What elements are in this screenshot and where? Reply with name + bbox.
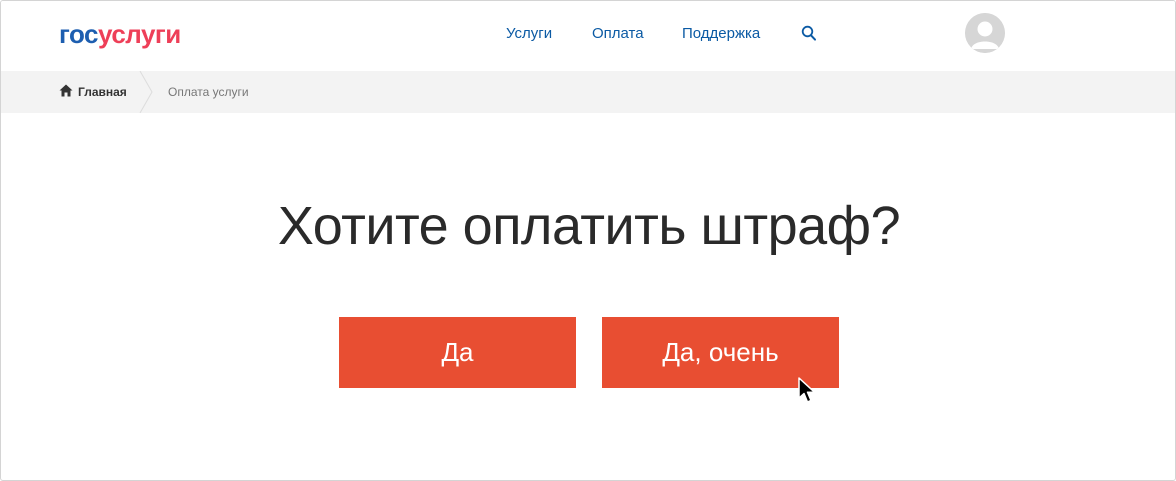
breadcrumb: Главная Оплата услуги <box>1 71 1175 113</box>
site-header: госуслуги Услуги Оплата Поддержка <box>1 1 1175 71</box>
mouse-pointer-icon <box>798 377 816 403</box>
breadcrumb-home-link[interactable]: Главная <box>78 85 127 99</box>
logo-text-uslugi: услуги <box>98 19 181 49</box>
breadcrumb-separator <box>139 71 153 113</box>
user-avatar[interactable] <box>965 13 1005 53</box>
browser-page: госуслуги Услуги Оплата Поддержка Главна… <box>0 0 1176 481</box>
user-silhouette-icon <box>965 13 1005 53</box>
logo-text-gos: гос <box>59 19 99 49</box>
nav-link-support[interactable]: Поддержка <box>682 25 760 43</box>
yes-button[interactable]: Да <box>339 317 576 388</box>
page-question: Хотите оплатить штраф? <box>277 196 901 256</box>
search-icon[interactable] <box>801 25 817 43</box>
breadcrumb-current: Оплата услуги <box>168 85 249 99</box>
gosuslugi-logo[interactable]: госуслуги <box>59 18 181 50</box>
nav-link-payment[interactable]: Оплата <box>592 25 644 43</box>
home-icon <box>59 84 73 97</box>
nav-link-services[interactable]: Услуги <box>506 25 552 43</box>
